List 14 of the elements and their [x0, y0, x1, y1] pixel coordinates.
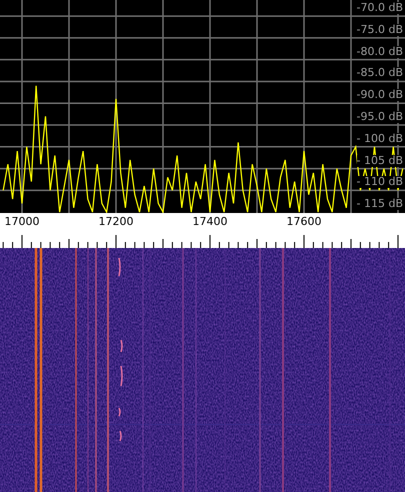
- db-label: -85.0 dB: [356, 67, 403, 80]
- db-label: -90.0 dB: [356, 89, 403, 102]
- db-label: -80.0 dB: [356, 46, 403, 58]
- db-label: - 105 dB: [356, 154, 403, 167]
- db-label: - 100 dB: [356, 132, 403, 145]
- db-label: - 115 dB: [356, 198, 403, 210]
- db-label: -75.0 dB: [356, 24, 403, 36]
- db-label: -95.0 dB: [356, 111, 403, 123]
- frequency-label: 17400: [192, 215, 228, 228]
- frequency-label: 17600: [286, 215, 322, 228]
- db-label: - 110 dB: [356, 176, 403, 188]
- frequency-label: 17200: [98, 215, 134, 228]
- frequency-label: 17000: [4, 215, 40, 228]
- db-label: -70.0 dB: [356, 2, 403, 14]
